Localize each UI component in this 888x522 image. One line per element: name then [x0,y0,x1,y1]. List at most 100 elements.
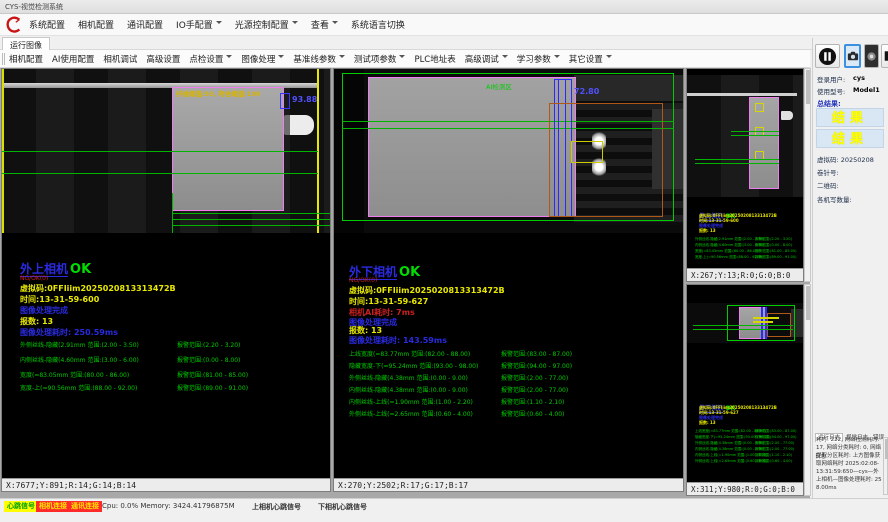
time-line: 时间:13-31-59-600 [20,294,99,305]
measure-row: 内侧丝线-隐藏(4.38mm 范围:(0.00 - 9.00) [349,385,468,394]
measure-line-green [693,325,793,326]
alarm-range: 报警范围:(89.00 - 91.00) [755,255,796,260]
upper-camera-heartbeat-text: 上相机心跳信号 [252,502,301,512]
login-user-value: cys [853,74,865,82]
mini-camera-image-lower[interactable] [687,303,803,343]
cursor-coordinates-bar: X:7677;Y:891;R:14;G:14;B:14 [2,478,330,491]
toolbar: 相机配置 AI使用配置 相机调试 高级设置 点检设置 图像处理 基准线参数 测试… [0,50,810,68]
menu-item-light-control[interactable]: 光源控制配置 [235,18,298,31]
product-region [172,87,284,211]
measure-row: 外侧丝线-隐藏(4.38mm 范围:(0.00 - 9.00) [695,441,764,446]
scrollbar-vertical[interactable] [804,284,811,496]
alarm-range: 报警范围:(1.10 - 2.10) [755,453,792,458]
camera-image-lower-outer[interactable]: AI检测区 72.80 [334,69,683,233]
alarm-range: 报警范围:(83.00 - 87.00) [501,349,572,358]
cursor-coordinates-bar: X:267;Y:13;R:0;G:0;B:0 [687,268,803,281]
tool-ai-config[interactable]: AI使用配置 [52,53,94,65]
log-text: 耗时: 222, 网络检测耗时: 17, 网络分类耗时: 0, 网络提取分区耗时… [816,437,882,495]
mini-panel-lower: 外下相机OK 虚拟码:0FFIiim2025020813313472B 时间:1… [686,284,804,496]
barcode-line: 虚拟码:0FFIiim2025020813313472B [349,285,505,296]
tool-test-params[interactable]: 测试项参数 [354,53,406,65]
pause-button[interactable] [815,44,840,68]
cursor-coordinates-bar: X:270;Y:2502;R:17;G:17;B:17 [334,478,683,491]
measure-row: 外侧丝线-上线(=2.65mm 范围:(0.60 - 4.00) [349,409,473,418]
result-ok-text: OK [70,262,91,277]
measure-row: 隐藏宽度-下(=95.24mm 范围:(93.00 - 98.00) [349,361,478,370]
login-user-label: 登录用户: [817,74,845,84]
measure-line-green [695,159,779,160]
alarm-range: 报警范围:(83.00 - 87.00) [755,429,796,434]
measure-row: 外侧丝线-隐藏(2.91mm 范围:(2.00 - 3.50) [695,237,764,242]
scrollbar-vertical[interactable] [804,68,811,282]
measure-line-green [695,163,779,164]
record-button[interactable] [864,44,879,68]
tool-advanced-debug[interactable]: 高级调试 [465,53,508,65]
roi-box-blue [280,93,290,109]
result-display-2: 结果 [816,129,884,148]
mini-camera-image-upper[interactable] [687,75,803,197]
write-count-label: 各机写数量: [817,194,852,204]
time-line: 时间:13-31-59-627 [349,296,428,307]
tool-camera-debug[interactable]: 相机调试 [103,53,137,65]
alarm-range: 报警范围:(2.00 - 77.00) [501,385,568,394]
tool-learn-params[interactable]: 学习参数 [517,53,560,65]
titlebar: CYS-视觉检测系统 [0,0,888,14]
tool-image-processing[interactable]: 图像处理 [241,53,284,65]
menu-item-io-config[interactable]: IO手配置 [176,18,222,31]
measure-line-green [172,225,330,226]
camera-live-button[interactable] [844,44,861,68]
scrollbar-thumb[interactable] [806,70,810,104]
record-icon [866,51,877,62]
tab-run-image[interactable]: 运行图像 [2,37,50,50]
measure-row: 外侧丝线-隐藏(4.38mm 范围:(0.00 - 9.00) [349,373,468,382]
alarm-range: 报警范围:(2.00 - 77.00) [755,441,794,446]
main-area: 纤维阈值:93, 吻合阈值:100 93.88 外上相机OK NG/OK(0) … [0,68,810,498]
roi-box-blue [761,307,763,339]
pin-number-label: 卷针号: [817,167,839,177]
menu-item-system-config[interactable]: 系统配置 [29,18,65,31]
camera-icon [847,50,859,62]
tool-plc-address[interactable]: PLC地址表 [414,53,455,65]
measure-row: 宽度(=83.05mm 范围:(80.00 - 86.00) [695,249,759,254]
menubar: 系统配置 相机配置 通讯配置 IO手配置 光源控制配置 查看 系统语言切换 [0,14,888,36]
measure-row: 内侧丝线-上线(=1.90mm 范围:(1.00 - 2.20) [349,397,473,406]
tool-baseline-params[interactable]: 基准线参数 [293,53,345,65]
tool-other-settings[interactable]: 其它设置 [569,53,612,65]
measure-line-green [2,173,318,174]
camera-image-upper-outer[interactable]: 纤维阈值:93, 吻合阈值:100 93.88 [2,69,330,233]
virtual-code-line: 虚拟码: 20250208 [817,154,874,164]
statusbar: 心跳信号 相机连接 通讯连接 Cpu: 0.0% Memory: 3424.41… [0,498,888,522]
heartbeat-status-badge: 心跳信号 [4,501,38,512]
toolbar-grip [2,53,5,65]
product-region [749,97,779,189]
menu-item-language-switch[interactable]: 系统语言切换 [351,18,405,31]
app-logo-icon [5,16,23,34]
exit-button[interactable] [881,44,888,68]
alarm-range: 报警范围:(2.20 - 3.20) [177,340,240,349]
tool-advanced-settings[interactable]: 高级设置 [146,53,180,65]
log-scrollbar[interactable] [883,437,888,495]
tool-camera-config[interactable]: 相机配置 [9,53,43,65]
tool-spot-check[interactable]: 点检设置 [189,53,232,65]
alarm-range: 报警范围:(2.00 - 77.00) [501,373,568,382]
connector-part [781,111,793,120]
measure-row: 内侧丝线-隐藏(4.60mm 范围:(3.00 - 6.00) [20,355,139,364]
model-label: 使用型号: [817,86,845,96]
alarm-range: 报警范围:(0.00 - 8.00) [177,355,240,364]
alarm-range: 报警范围:(81.00 - 85.00) [177,370,248,379]
overlay-measure-value: 93.88 [292,95,317,104]
mini-panel-upper: 外上相机OK 虚拟码:0FFIiim2025020813313472B 时间:1… [686,68,804,282]
alarm-range: 报警范围:(1.10 - 2.10) [501,397,564,406]
alarm-range: 报警范围:(81.00 - 85.00) [755,249,796,254]
camera-panel-lower-outer: AI检测区 72.80 外下相机OK NG/OK(0) 虚拟码:0FFIiim2… [333,68,684,492]
lower-camera-heartbeat-text: 下相机心跳信号 [318,502,367,512]
menu-item-camera-config[interactable]: 相机配置 [78,18,114,31]
pause-icon [818,47,837,66]
measure-line-green [2,151,318,152]
alarm-range: 报警范围:(2.00 - 77.00) [755,447,794,452]
menu-item-view[interactable]: 查看 [311,18,338,31]
cursor-coordinates-bar: X:311;Y:980;R:0;G:0;B:0 [687,482,803,495]
scrollbar-thumb[interactable] [806,286,810,320]
count-line: 报数: 13 [699,420,716,426]
menu-item-comm-config[interactable]: 通讯配置 [127,18,163,31]
